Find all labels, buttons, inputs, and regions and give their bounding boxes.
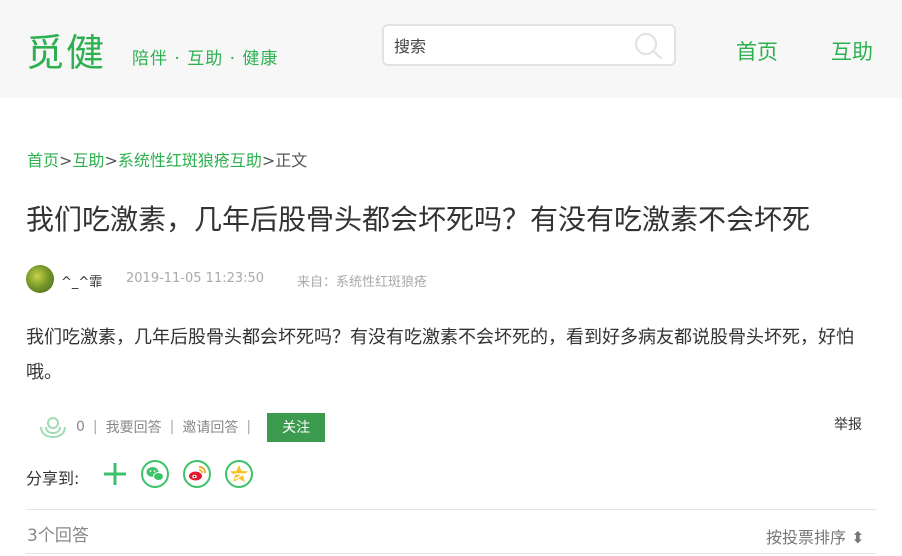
answers-count: 3个回答 [27, 526, 89, 546]
breadcrumb-lupus-help[interactable]: 系统性红斑狼疮互助 [118, 151, 262, 170]
like-icon[interactable] [38, 415, 68, 439]
search-icon[interactable] [632, 31, 664, 59]
sort-by-votes[interactable]: 按投票排序 ⬍ [766, 524, 865, 548]
action-separator: | [246, 419, 252, 435]
site-logo[interactable]: 觅健 [26, 22, 106, 77]
breadcrumb-separator: > [261, 151, 276, 170]
weibo-icon[interactable] [182, 459, 212, 489]
nav-mutual-help[interactable]: 互助 [831, 36, 873, 66]
search-box [382, 24, 676, 66]
follow-button[interactable]: 关注 [267, 412, 326, 442]
post-actions: 0 | 我要回答 | 邀请回答 | 关注 [38, 412, 326, 442]
breadcrumb-mutual-help[interactable]: 互助 [72, 151, 104, 170]
like-count: 0 [76, 419, 85, 435]
breadcrumb-separator: > [59, 151, 73, 170]
site-header: 觅健 陪伴 · 互助 · 健康 首页 互助 [0, 0, 902, 98]
author-name[interactable]: ^_^霏 [61, 271, 102, 290]
post-source: 来自：系统性红斑狼疮 [297, 275, 428, 290]
divider [26, 509, 876, 510]
breadcrumb-separator: > [104, 151, 118, 170]
invite-answer-link[interactable]: 邀请回答 [182, 417, 238, 437]
share-label: 分享到: [26, 469, 80, 488]
breadcrumb-current: 正文 [275, 151, 308, 170]
nav-home[interactable]: 首页 [736, 36, 778, 66]
breadcrumb: 首页>互助>系统性红斑狼疮互助>正文 [27, 147, 307, 171]
post-title: 我们吃激素，几年后股骨头都会坏死吗？有没有吃激素不会坏死 [26, 203, 811, 236]
breadcrumb-home[interactable]: 首页 [27, 151, 59, 170]
report-link[interactable]: 举报 [834, 414, 862, 434]
site-slogan: 陪伴 · 互助 · 健康 [132, 49, 279, 69]
search-input[interactable] [392, 33, 626, 59]
action-separator: | [92, 419, 98, 435]
post-content: 我们吃激素，几年后股骨头都会坏死吗？有没有吃激素不会坏死的，看到好多病友都说股骨… [26, 327, 854, 383]
post-datetime: 2019-11-05 11:23:50 [126, 271, 265, 286]
divider [26, 553, 876, 554]
action-separator: | [169, 419, 175, 435]
wechat-icon[interactable] [140, 459, 170, 489]
answer-link[interactable]: 我要回答 [106, 417, 162, 437]
qzone-icon[interactable] [224, 459, 254, 489]
plus-icon[interactable] [100, 459, 130, 489]
avatar[interactable] [26, 265, 54, 293]
